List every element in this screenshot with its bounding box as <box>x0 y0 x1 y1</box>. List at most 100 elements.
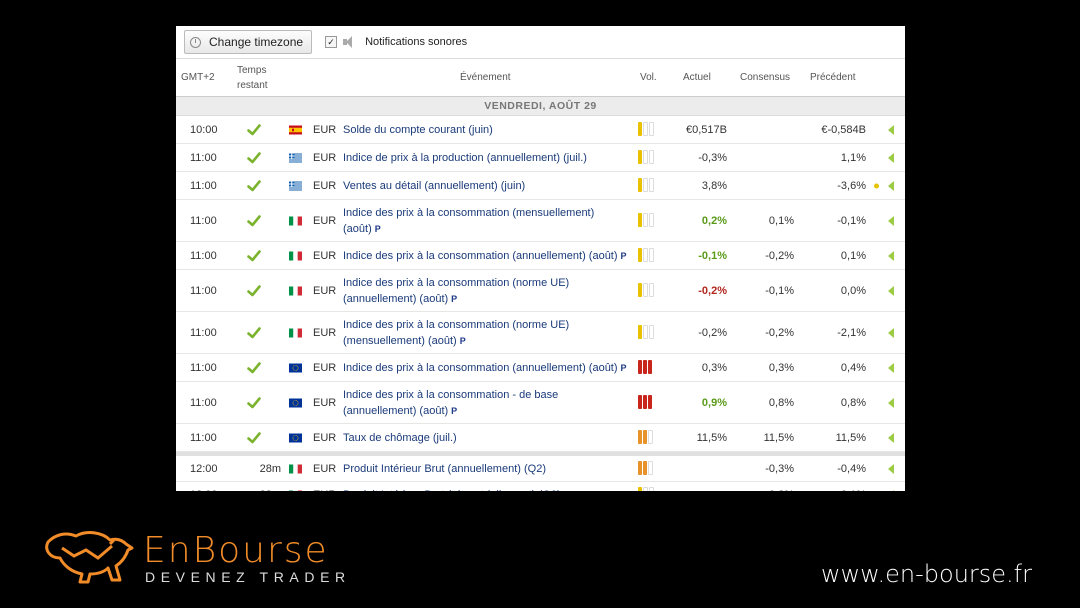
website-url[interactable]: www.en-bourse.fr <box>821 560 1032 588</box>
expand-arrow-icon[interactable] <box>888 180 894 191</box>
eu-flag-icon <box>289 433 302 442</box>
event-row[interactable]: 11:00 EUR Indice de prix à la production (… <box>176 144 905 172</box>
event-name: Solde du compte courant (juin) <box>343 123 493 136</box>
volatility-icon <box>638 282 654 299</box>
checkmark-icon <box>247 214 261 228</box>
event-row[interactable]: 11:00 EUR Indice des prix à la consommatio… <box>176 354 905 382</box>
event-name-link[interactable]: Solde du compte courant (juin) <box>343 122 633 138</box>
preliminary-icon: P <box>459 335 466 346</box>
volatility-icon <box>638 177 654 194</box>
event-currency: EUR <box>313 249 337 262</box>
previous-value: -0,4% <box>837 462 866 475</box>
event-name-link[interactable]: Produit Intérieur Brut (trimestriellemen… <box>343 487 633 492</box>
expand-arrow-icon[interactable] <box>888 397 894 408</box>
event-name: Produit Intérieur Brut (annuellement) (Q… <box>343 462 546 475</box>
consensus-value: 11,5% <box>763 431 794 444</box>
expand-arrow-icon[interactable] <box>888 327 894 338</box>
event-currency: EUR <box>313 123 337 136</box>
consensus-value: -0,1% <box>765 284 794 297</box>
italy-flag-icon <box>289 216 302 225</box>
header-timezone: GMT+2 <box>181 72 215 83</box>
checkmark-icon <box>247 249 261 263</box>
event-name-link[interactable]: Ventes au détail (annuellement) (juin) <box>343 178 633 194</box>
event-name-link[interactable]: Indice des prix à la consommation (norme… <box>343 275 633 307</box>
event-row[interactable]: 11:00 EUR Taux de chômage (juil.) 11,5% 11,5… <box>176 424 905 452</box>
event-name-link[interactable]: Produit Intérieur Brut (annuellement) (Q… <box>343 461 633 477</box>
bull-logo-icon <box>45 531 134 584</box>
consensus-value: -0,2% <box>765 249 794 262</box>
clock-icon <box>190 36 201 48</box>
checkmark-icon <box>247 151 261 165</box>
event-name-link[interactable]: Indice des prix à la consommation (mensu… <box>343 205 633 237</box>
volatility-icon <box>638 247 654 264</box>
event-name-link[interactable]: Indice des prix à la consommation - de b… <box>343 387 633 419</box>
event-currency: EUR <box>313 284 337 297</box>
event-row[interactable]: 11:00 EUR Ventes au détail (annuellement) … <box>176 172 905 200</box>
change-timezone-label: Change timezone <box>209 35 304 49</box>
expand-arrow-icon[interactable] <box>888 285 894 296</box>
event-name: Taux de chômage (juil.) <box>343 431 457 444</box>
expand-arrow-icon[interactable] <box>888 489 894 491</box>
event-name-link[interactable]: Taux de chômage (juil.) <box>343 430 633 446</box>
volatility-icon <box>638 429 654 446</box>
preliminary-icon: P <box>620 362 627 373</box>
speaker-icon <box>343 36 357 48</box>
event-time: 11:00 <box>190 214 217 227</box>
volatility-icon <box>638 149 654 166</box>
expand-arrow-icon[interactable] <box>888 215 894 226</box>
actual-value: -0,2% <box>698 284 727 297</box>
event-time: 11:00 <box>190 431 217 444</box>
event-time: 11:00 <box>190 151 217 164</box>
expand-arrow-icon[interactable] <box>888 152 894 163</box>
actual-value: 11,5% <box>696 431 727 444</box>
expand-arrow-icon[interactable] <box>888 362 894 373</box>
expand-arrow-icon[interactable] <box>888 250 894 261</box>
event-row[interactable]: 11:00 EUR Indice des prix à la consommatio… <box>176 312 905 354</box>
event-currency: EUR <box>313 214 337 227</box>
greece-flag-icon <box>289 153 302 162</box>
event-time: 12:00 <box>190 489 218 492</box>
actual-value: 3,8% <box>701 179 727 192</box>
event-row[interactable]: 11:00 EUR Indice des prix à la consommatio… <box>176 270 905 312</box>
actual-value: -0,2% <box>698 326 727 339</box>
event-name: Ventes au détail (annuellement) (juin) <box>343 179 526 192</box>
header-volatility: Vol. <box>640 72 657 83</box>
preliminary-icon: P <box>451 293 458 304</box>
sound-notifications-checkbox[interactable]: ✓ <box>325 36 338 48</box>
event-currency: EUR <box>313 431 337 444</box>
eu-flag-icon <box>289 398 302 407</box>
event-name-link[interactable]: Indice des prix à la consommation (annue… <box>343 248 633 264</box>
event-name-link[interactable]: Indice de prix à la production (annuelle… <box>343 150 633 166</box>
time-remaining: 28m <box>259 462 281 475</box>
header-event: Événement <box>460 72 511 83</box>
event-row[interactable]: 12:00 28m EUR Produit Intérieur Brut (trime… <box>176 482 905 491</box>
event-row[interactable]: 11:00 EUR Indice des prix à la consommatio… <box>176 242 905 270</box>
header-time-left-1: Temps <box>237 65 267 76</box>
previous-value: -3,6% <box>837 179 866 192</box>
event-row[interactable]: 11:00 EUR Indice des prix à la consommatio… <box>176 200 905 242</box>
volatility-icon <box>638 212 654 229</box>
change-timezone-button[interactable]: Change timezone <box>184 30 313 54</box>
expand-arrow-icon[interactable] <box>888 463 894 474</box>
economic-calendar: Change timezone ✓ Notifications sonores … <box>176 26 905 491</box>
actual-value: €0,517B <box>686 123 727 136</box>
italy-flag-icon <box>289 251 302 260</box>
event-row[interactable]: 12:00 28m EUR Produit Intérieur Brut (annue… <box>176 452 905 482</box>
event-name-link[interactable]: Indice des prix à la consommation (norme… <box>343 317 633 349</box>
volatility-icon <box>638 460 654 477</box>
table-header: GMT+2 Temps restant Événement Vol. Actue… <box>176 59 905 97</box>
event-name-link[interactable]: Indice des prix à la consommation (annue… <box>343 360 633 376</box>
consensus-value: -0,2% <box>765 326 794 339</box>
event-currency: EUR <box>313 396 337 409</box>
event-name: Indice de prix à la production (annuelle… <box>343 151 587 164</box>
previous-value: €-0,584B <box>821 123 866 136</box>
checkmark-icon <box>247 361 261 375</box>
greece-flag-icon <box>289 181 302 190</box>
event-row[interactable]: 11:00 EUR Indice des prix à la consommatio… <box>176 382 905 424</box>
expand-arrow-icon[interactable] <box>888 432 894 443</box>
expand-arrow-icon[interactable] <box>888 124 894 135</box>
previous-value: -0,1% <box>837 489 866 492</box>
event-row[interactable]: 10:00 EUR Solde du compte courant (juin) €0… <box>176 116 905 144</box>
event-currency: EUR <box>313 179 337 192</box>
previous-value: 1,1% <box>840 151 866 164</box>
